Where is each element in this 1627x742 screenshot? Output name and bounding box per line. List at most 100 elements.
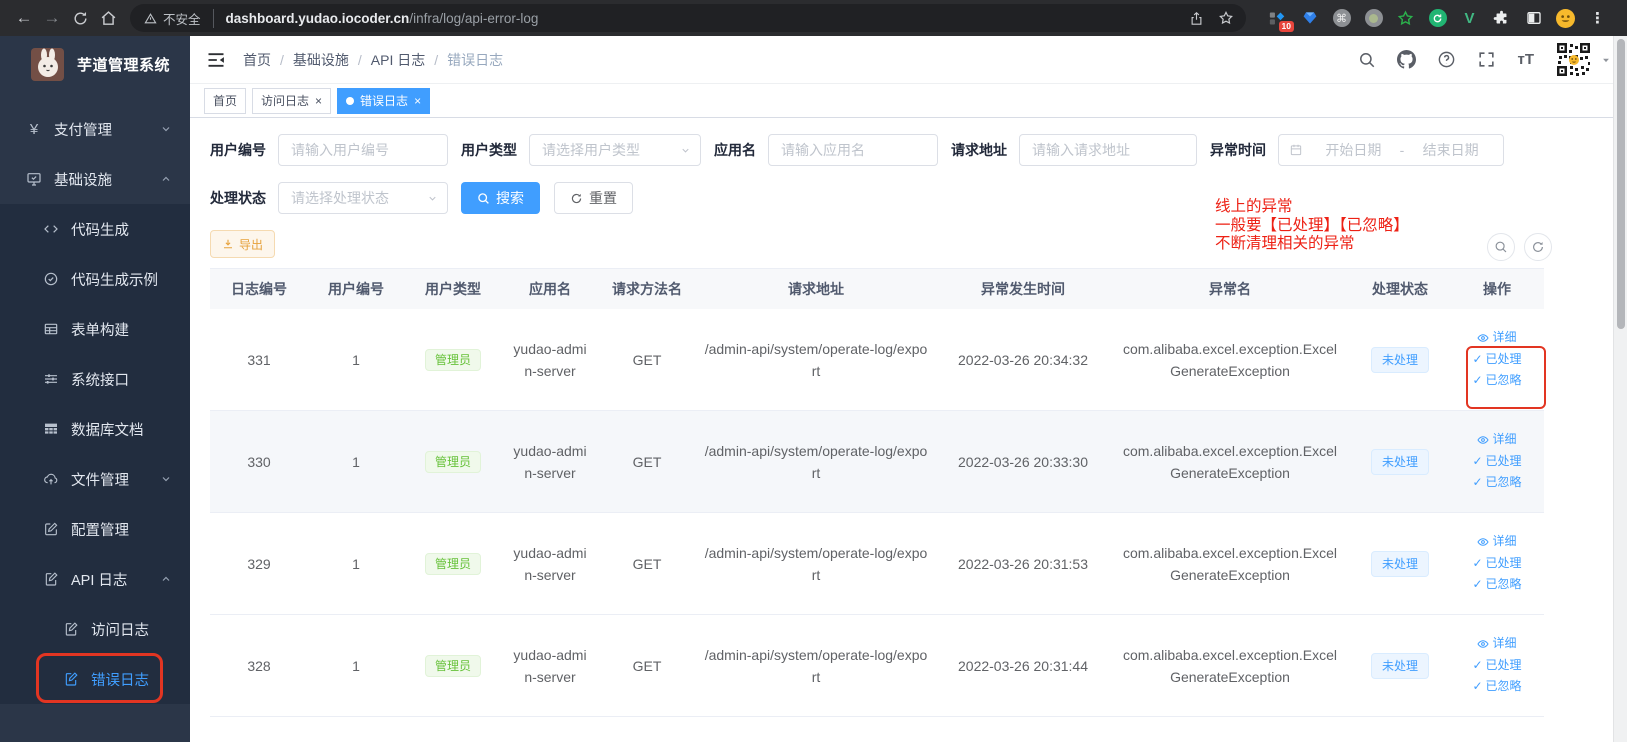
- share-icon[interactable]: [1182, 4, 1210, 32]
- user-type-select[interactable]: 请选择用户类型: [529, 134, 701, 166]
- sidebar-item-db-document[interactable]: 数据库文档: [0, 404, 190, 454]
- page-scrollbar[interactable]: [1613, 36, 1627, 742]
- top-navbar: 首页 / 基础设施 / API 日志 / 错误日志: [190, 36, 1627, 84]
- mark-processed-link[interactable]: ✓已处理: [1472, 352, 1521, 368]
- request-url-input[interactable]: [1019, 134, 1197, 166]
- mark-ignored-link[interactable]: ✓已忽略: [1472, 577, 1521, 593]
- tab-error-log[interactable]: 错误日志 ×: [337, 88, 430, 114]
- request-method: GET: [598, 553, 696, 575]
- user-id-input[interactable]: [278, 134, 448, 166]
- shield-check-icon: [42, 270, 60, 288]
- detail-link[interactable]: 详细: [1477, 636, 1516, 652]
- url-text[interactable]: dashboard.yudao.iocoder.cn/infra/log/api…: [226, 11, 539, 26]
- sidebar-item-codegen-example[interactable]: 代码生成示例: [0, 254, 190, 304]
- gem-icon[interactable]: [1300, 9, 1319, 28]
- browser-forward-icon[interactable]: →: [38, 4, 66, 32]
- security-status[interactable]: 不安全: [144, 9, 214, 28]
- breadcrumb: 首页 / 基础设施 / API 日志 / 错误日志: [243, 50, 503, 70]
- sidebar-item-form-builder[interactable]: 表单构建: [0, 304, 190, 354]
- sidebar-item-label: 文件管理: [71, 469, 129, 490]
- chevron-down-icon: [160, 123, 172, 135]
- close-icon[interactable]: ×: [414, 95, 421, 107]
- browser-back-icon[interactable]: ←: [10, 4, 38, 32]
- sidebar-item-file-management[interactable]: 文件管理: [0, 454, 190, 504]
- header-search-icon[interactable]: [1358, 51, 1376, 69]
- sidebar-item-label: 代码生成示例: [71, 269, 158, 290]
- column-header: 应用名: [502, 278, 598, 300]
- chrome-menu-icon[interactable]: ⋮: [1588, 9, 1607, 28]
- sidebar-item-label: 基础设施: [54, 169, 112, 190]
- breadcrumb-infrastructure[interactable]: 基础设施: [293, 50, 349, 70]
- tab-home[interactable]: 首页: [204, 88, 246, 114]
- log-id: 328: [210, 655, 308, 677]
- mark-ignored-link[interactable]: ✓已忽略: [1472, 475, 1521, 491]
- sidebar-item-access-log[interactable]: 访问日志: [0, 604, 190, 654]
- browser-home-icon[interactable]: [94, 4, 122, 32]
- extension-badge-icon[interactable]: 10: [1268, 9, 1287, 28]
- sidebar-item-system-api[interactable]: 系统接口: [0, 354, 190, 404]
- detail-link[interactable]: 详细: [1477, 330, 1516, 346]
- detail-link[interactable]: 详细: [1477, 534, 1516, 550]
- fullscreen-icon[interactable]: [1477, 50, 1496, 69]
- sidebar-fold-icon[interactable]: [206, 50, 226, 70]
- bookmark-star-icon[interactable]: [1212, 4, 1240, 32]
- close-icon[interactable]: ×: [315, 95, 322, 107]
- extension-badge-count: 10: [1279, 21, 1294, 32]
- app-name: yudao-admin-server: [502, 338, 598, 382]
- sliders-icon: [42, 370, 60, 388]
- user-type-badge: 管理员: [425, 451, 481, 473]
- refresh-icon: [570, 192, 583, 205]
- sidebar-item-label: 访问日志: [91, 619, 149, 640]
- split-screen-icon[interactable]: [1524, 9, 1543, 28]
- star-extension-icon[interactable]: [1396, 9, 1415, 28]
- status-badge: 未处理: [1371, 347, 1429, 373]
- mark-ignored-link[interactable]: ✓已忽略: [1472, 679, 1521, 695]
- log-edit-icon: [42, 570, 60, 588]
- sidebar-item-config-management[interactable]: 配置管理: [0, 504, 190, 554]
- app-name-input[interactable]: [768, 134, 938, 166]
- status-badge: 未处理: [1371, 653, 1429, 679]
- chevron-down-icon: [680, 145, 691, 156]
- sidebar-item-api-log[interactable]: API 日志: [0, 554, 190, 604]
- scrollbar-thumb[interactable]: [1617, 39, 1625, 329]
- github-icon[interactable]: [1397, 50, 1416, 69]
- mark-ignored-link[interactable]: ✓已忽略: [1472, 373, 1521, 389]
- help-icon[interactable]: [1437, 50, 1456, 69]
- mark-processed-link[interactable]: ✓已处理: [1472, 454, 1521, 470]
- command-extension-icon[interactable]: ⌘: [1332, 9, 1351, 28]
- vue-devtools-icon[interactable]: V: [1460, 9, 1479, 28]
- mark-processed-link[interactable]: ✓已处理: [1472, 658, 1521, 674]
- table-header-row: 日志编号 用户编号 用户类型 应用名 请求方法名 请求地址 异常发生时间 异常名…: [210, 269, 1544, 309]
- sidebar: 芋道管理系统 ¥ 支付管理 基础设施: [0, 36, 190, 742]
- dot-circle-icon[interactable]: [1364, 9, 1383, 28]
- breadcrumb-api-log[interactable]: API 日志: [371, 50, 425, 70]
- tab-access-log[interactable]: 访问日志 ×: [252, 88, 331, 114]
- mark-processed-link[interactable]: ✓已处理: [1472, 556, 1521, 572]
- sidebar-item-error-log[interactable]: 错误日志: [0, 654, 190, 704]
- avatar-caret-icon[interactable]: [1601, 55, 1611, 65]
- profile-avatar-icon[interactable]: [1556, 9, 1575, 28]
- export-button[interactable]: 导出: [210, 230, 275, 258]
- refresh-table-button[interactable]: [1524, 233, 1552, 261]
- detail-link[interactable]: 详细: [1477, 432, 1516, 448]
- browser-reload-icon[interactable]: [66, 4, 94, 32]
- eye-icon: [1477, 638, 1489, 650]
- address-bar[interactable]: 不安全 dashboard.yudao.iocoder.cn/infra/log…: [130, 4, 1246, 32]
- sidebar-item-infrastructure[interactable]: 基础设施: [0, 154, 190, 204]
- user-avatar[interactable]: [1555, 41, 1592, 78]
- start-date-placeholder: 开始日期: [1311, 140, 1396, 160]
- extensions-puzzle-icon[interactable]: [1492, 9, 1511, 28]
- sidebar-item-payment[interactable]: ¥ 支付管理: [0, 104, 190, 154]
- font-size-icon[interactable]: тT: [1517, 51, 1534, 68]
- sidebar-item-codegen[interactable]: 代码生成: [0, 204, 190, 254]
- search-button[interactable]: 搜索: [461, 182, 540, 214]
- user-id: 1: [308, 349, 404, 371]
- toggle-search-button[interactable]: [1487, 233, 1515, 261]
- breadcrumb-home[interactable]: 首页: [243, 50, 271, 70]
- chevron-up-icon: [160, 573, 172, 585]
- end-date-placeholder: 结束日期: [1408, 140, 1493, 160]
- process-status-select[interactable]: 请选择处理状态: [278, 182, 448, 214]
- sync-extension-icon[interactable]: [1428, 9, 1447, 28]
- reset-button[interactable]: 重置: [554, 182, 633, 214]
- exception-time-range-picker[interactable]: 开始日期 - 结束日期: [1278, 134, 1504, 166]
